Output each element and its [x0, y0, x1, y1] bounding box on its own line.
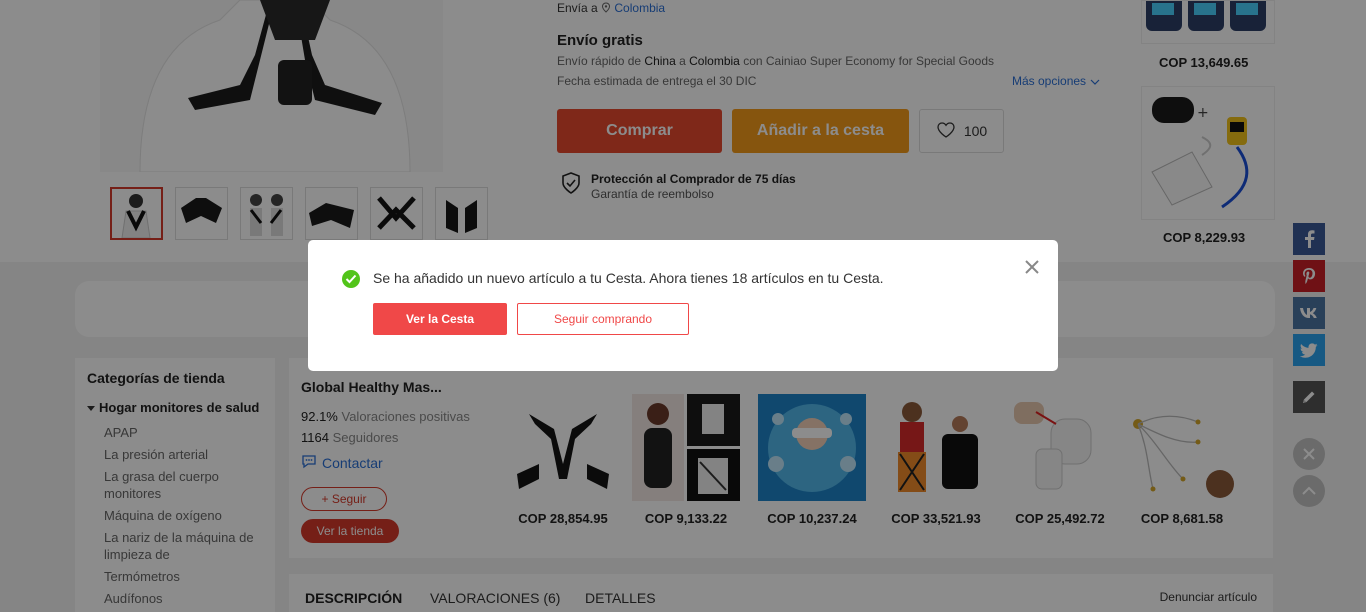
dialog-message: Se ha añadido un nuevo artículo a tu Ces… — [373, 270, 884, 286]
added-to-cart-dialog: Se ha añadido un nuevo artículo a tu Ces… — [308, 240, 1058, 371]
close-icon[interactable] — [1023, 258, 1041, 276]
success-check-icon — [342, 270, 360, 288]
continue-shopping-button[interactable]: Seguir comprando — [517, 303, 689, 335]
view-cart-button[interactable]: Ver la Cesta — [373, 303, 507, 335]
